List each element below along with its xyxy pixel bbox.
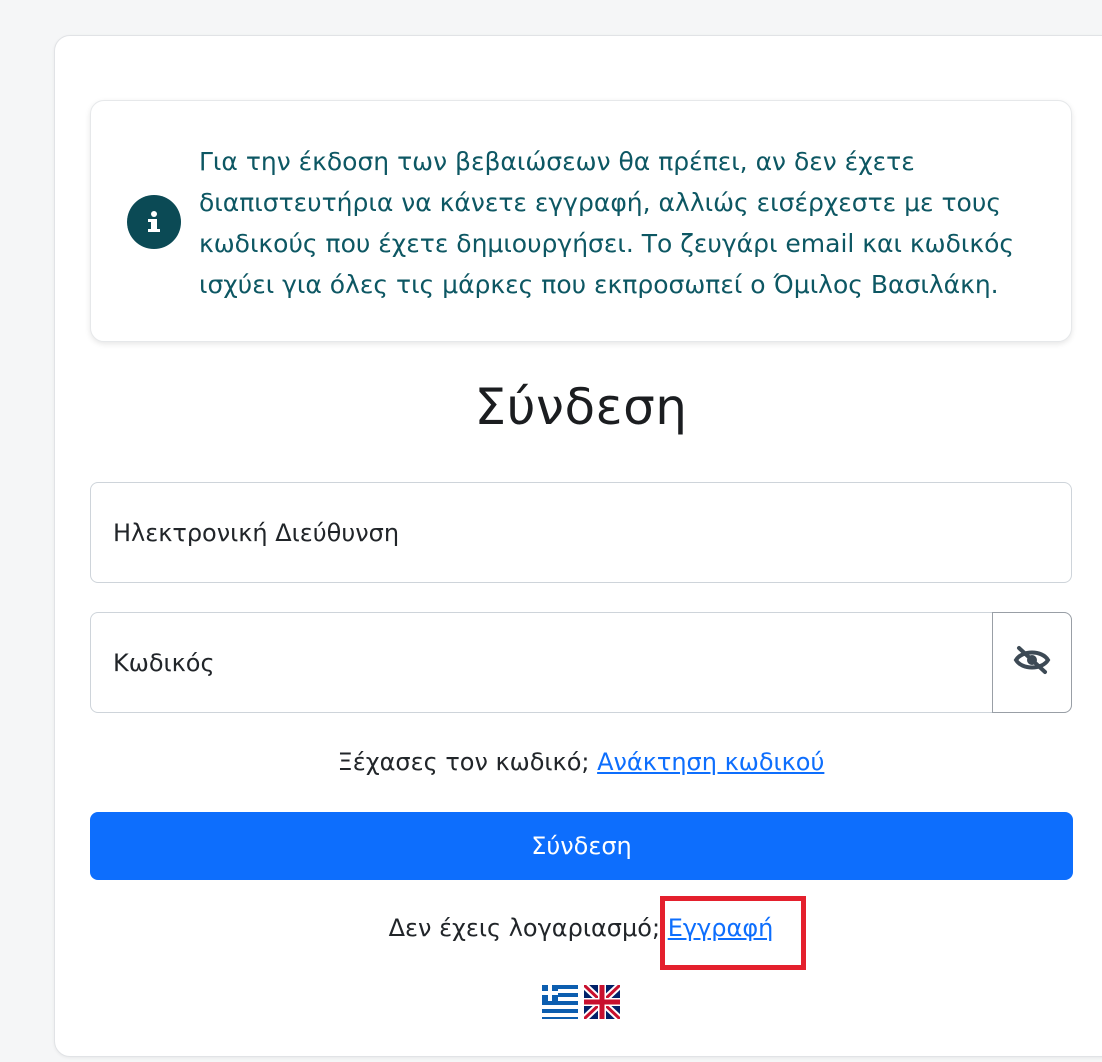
- eye-slash-icon: [1013, 645, 1051, 680]
- uk-flag-icon[interactable]: [581, 982, 623, 1024]
- recover-password-link[interactable]: Ανάκτηση κωδικού: [597, 748, 824, 776]
- info-circle-icon: [127, 195, 181, 249]
- highlight-box: [660, 896, 806, 970]
- email-placeholder: Ηλεκτρονική Διεύθυνση: [113, 519, 400, 547]
- login-button[interactable]: Σύνδεση: [90, 812, 1073, 880]
- toggle-password-button[interactable]: [992, 612, 1072, 713]
- info-message: Για την έκδοση των βεβαιώσεων θα πρέπει,…: [199, 147, 1015, 299]
- forgot-password-row: Ξέχασες τον κωδικό; Ανάκτηση κωδικού: [90, 748, 1072, 776]
- register-text: Δεν έχεις λογαριασμό;: [388, 914, 661, 942]
- language-selector: [542, 982, 623, 1024]
- password-placeholder: Κωδικός: [113, 649, 215, 677]
- greece-flag-icon[interactable]: [542, 985, 578, 1024]
- email-field[interactable]: Ηλεκτρονική Διεύθυνση: [90, 482, 1072, 583]
- password-field[interactable]: Κωδικός: [90, 612, 1072, 713]
- register-row: Δεν έχεις λογαριασμό; Εγγραφή: [90, 914, 1072, 942]
- forgot-password-text: Ξέχασες τον κωδικό;: [337, 748, 590, 776]
- info-alert: Για την έκδοση των βεβαιώσεων θα πρέπει,…: [90, 100, 1072, 342]
- page-title: Σύνδεση: [474, 378, 688, 436]
